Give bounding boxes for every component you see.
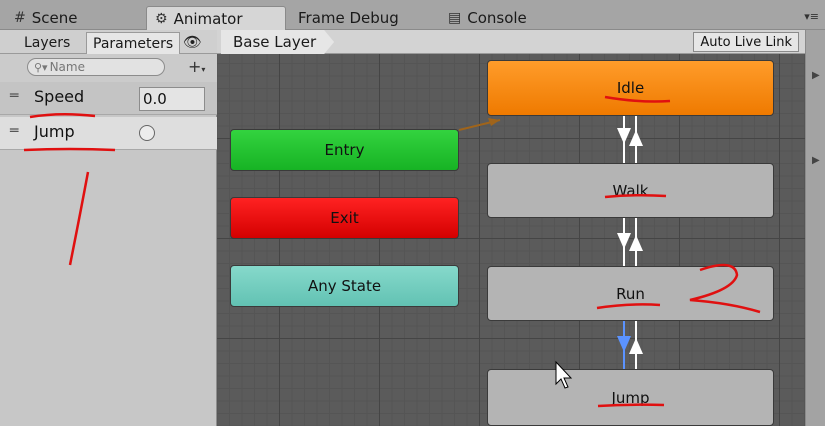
state-idle[interactable]: Idle (487, 60, 774, 116)
right-scroll-strip[interactable]: ▶ ▶ (805, 30, 825, 426)
collapse-arrow-icon[interactable]: ▶ (812, 70, 820, 81)
parameter-search-input[interactable]: ⚲▾ Name (27, 58, 165, 76)
auto-live-link-label: Auto Live Link (700, 34, 792, 50)
graph-toolbar: Base Layer Auto Live Link (217, 30, 805, 54)
tab-layers[interactable]: Layers (18, 32, 76, 54)
search-icon: ⚲▾ (34, 60, 48, 74)
tab-console-label: Console (467, 9, 527, 27)
parameter-name[interactable]: Speed (34, 87, 84, 106)
speed-value-field[interactable]: 0.0 (139, 87, 205, 111)
tab-parameters[interactable]: Parameters (86, 32, 181, 54)
state-exit-label: Exit (330, 209, 359, 227)
state-entry-label: Entry (324, 141, 365, 159)
drag-handle-icon[interactable]: ═ (10, 123, 18, 139)
breadcrumb-label: Base Layer (233, 33, 317, 51)
jump-trigger-radio[interactable] (139, 125, 155, 141)
tab-layers-label: Layers (24, 35, 71, 51)
state-run-label: Run (616, 284, 645, 303)
tab-frame-debug-label: Frame Debug (298, 9, 399, 27)
parameter-row-speed[interactable]: ═ Speed 0.0 (0, 82, 217, 115)
collapse-arrow-icon[interactable]: ▶ (812, 155, 820, 166)
tab-frame-debug[interactable]: Frame Debug (290, 6, 407, 30)
eye-icon[interactable]: 👁 (183, 33, 202, 51)
tab-scene-label: Scene (31, 9, 78, 27)
tab-scene[interactable]: # Scene (6, 6, 85, 30)
auto-live-link-button[interactable]: Auto Live Link (693, 32, 799, 52)
search-placeholder: Name (49, 60, 85, 74)
grid-icon: # (14, 10, 26, 26)
animator-icon: ⚙ (155, 10, 168, 27)
state-any-state-label: Any State (307, 277, 382, 295)
parameter-search-row: ⚲▾ Name +▾ (0, 54, 217, 82)
state-any-state[interactable]: Any State (230, 265, 459, 307)
tab-animator[interactable]: ⚙ Animator (146, 6, 286, 30)
state-jump[interactable]: Jump (487, 369, 774, 426)
state-entry[interactable]: Entry (230, 129, 459, 171)
tab-menu-icon[interactable]: ▾≡ (804, 10, 819, 23)
parameters-panel: Layers Parameters 👁 ⚲▾ Name +▾ ═ Speed 0… (0, 30, 217, 426)
state-walk-label: Walk (612, 181, 649, 200)
tab-console[interactable]: ▤ Console (440, 6, 535, 30)
state-jump-label: Jump (611, 388, 650, 407)
parameter-name[interactable]: Jump (34, 122, 75, 141)
state-exit[interactable]: Exit (230, 197, 459, 239)
state-run[interactable]: Run (487, 266, 774, 321)
layers-parameters-tabs: Layers Parameters 👁 (0, 30, 217, 54)
tab-animator-label: Animator (173, 9, 243, 28)
console-icon: ▤ (448, 10, 462, 26)
tab-parameters-label: Parameters (93, 35, 174, 52)
breadcrumb[interactable]: Base Layer (221, 30, 334, 54)
drag-handle-icon[interactable]: ═ (10, 88, 18, 104)
state-walk[interactable]: Walk (487, 163, 774, 218)
parameter-row-jump[interactable]: ═ Jump (0, 117, 217, 150)
add-parameter-button[interactable]: +▾ (188, 57, 205, 76)
editor-tab-bar: # Scene ⚙ Animator Frame Debug ▤ Console… (0, 0, 825, 30)
state-idle-label: Idle (616, 79, 645, 97)
